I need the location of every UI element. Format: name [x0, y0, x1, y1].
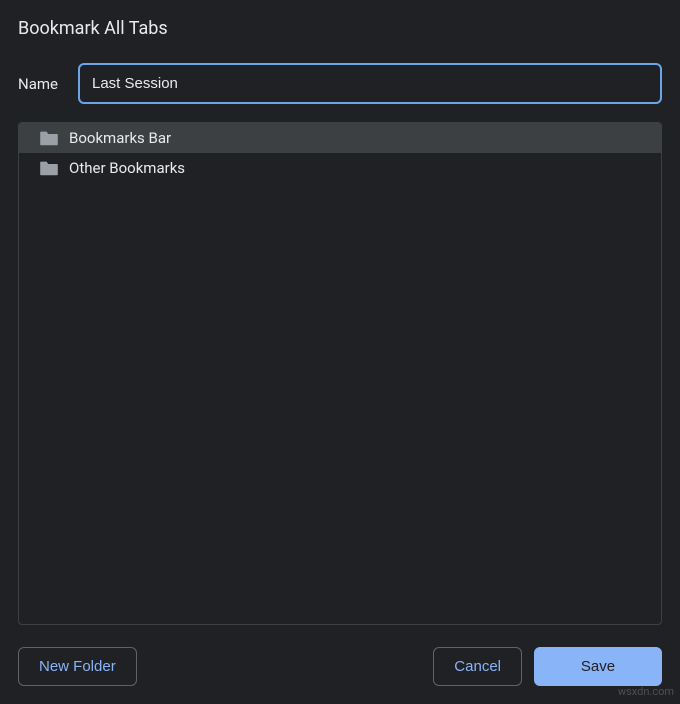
new-folder-button[interactable]: New Folder [18, 647, 137, 686]
button-row: New Folder Cancel Save [18, 647, 662, 686]
dialog-title: Bookmark All Tabs [18, 18, 662, 39]
folder-tree[interactable]: Bookmarks Bar Other Bookmarks [18, 122, 662, 625]
folder-item-other-bookmarks[interactable]: Other Bookmarks [19, 153, 661, 183]
name-row: Name [18, 63, 662, 104]
bookmark-all-tabs-dialog: Bookmark All Tabs Name Bookmarks Bar Oth… [0, 0, 680, 704]
button-row-right: Cancel Save [433, 647, 662, 686]
folder-item-bookmarks-bar[interactable]: Bookmarks Bar [19, 123, 661, 153]
save-button[interactable]: Save [534, 647, 662, 686]
folder-label: Other Bookmarks [69, 159, 185, 177]
folder-icon [39, 130, 59, 146]
folder-icon [39, 160, 59, 176]
name-label: Name [18, 75, 66, 93]
folder-label: Bookmarks Bar [69, 129, 171, 147]
cancel-button[interactable]: Cancel [433, 647, 522, 686]
name-input[interactable] [78, 63, 662, 104]
